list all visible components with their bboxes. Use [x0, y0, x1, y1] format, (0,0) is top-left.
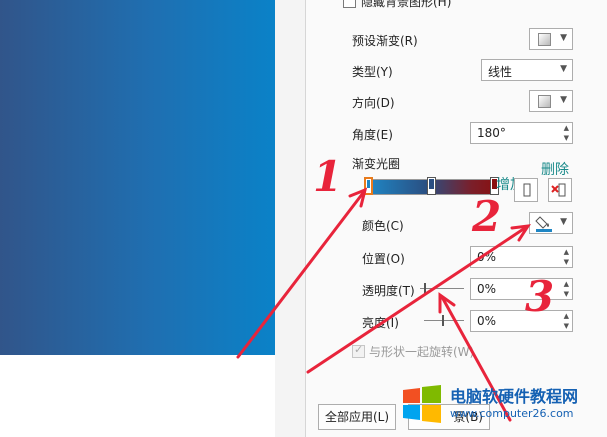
annotation-number-2: 2 [472, 192, 502, 241]
site-watermark: 电脑软硬件教程网 www.computer26.com [400, 382, 607, 437]
watermark-title: 电脑软硬件教程网 [450, 387, 579, 406]
annotation-number-1: 1 [313, 152, 343, 201]
arrow-1-line [236, 191, 365, 359]
annotation-arrows [236, 187, 531, 422]
watermark-url: www.computer26.com [450, 407, 574, 420]
annotation-number-3: 3 [525, 272, 555, 321]
arrow-2-line [306, 226, 527, 374]
windows-logo-icon [403, 385, 441, 423]
